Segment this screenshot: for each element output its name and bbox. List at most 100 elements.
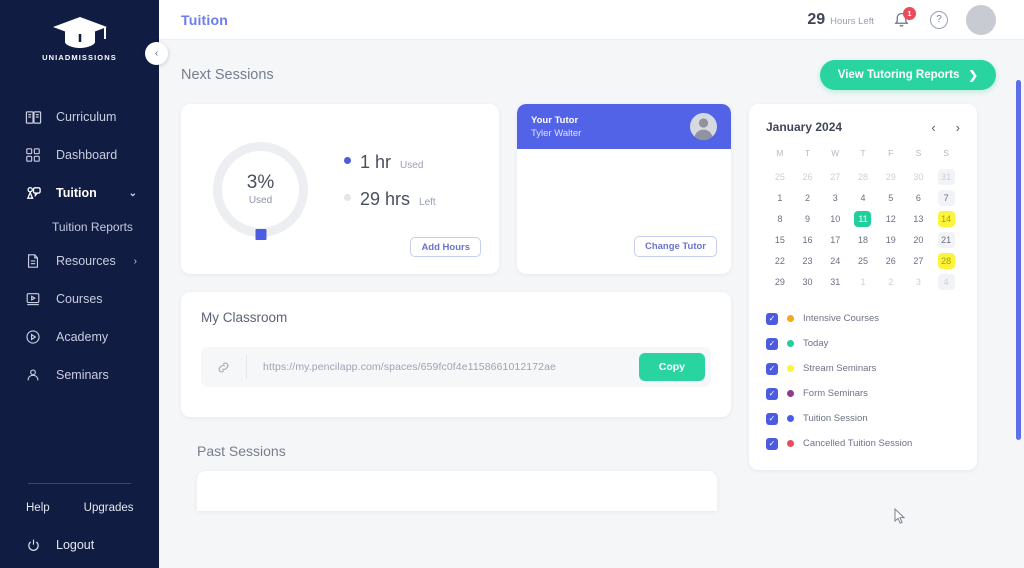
legend-checkbox[interactable]: ✓ — [766, 337, 778, 350]
sidebar-item-curriculum[interactable]: Curriculum — [0, 98, 159, 136]
sidebar-item-resources[interactable]: Resources › — [0, 242, 159, 280]
calendar-day[interactable]: 2 — [794, 189, 822, 206]
calendar-day[interactable]: 4 — [849, 189, 877, 206]
classroom-link-bar: https://my.pencilapp.com/spaces/659fc0f4… — [201, 347, 711, 387]
calendar-day-label: 4 — [860, 192, 866, 203]
sidebar-item-tuition[interactable]: Tuition ⌄ — [0, 174, 159, 212]
help-icon[interactable]: ? — [930, 10, 948, 29]
calendar-day[interactable]: 13 — [905, 210, 933, 227]
calendar-day-label: 29 — [885, 171, 896, 182]
logout-button[interactable]: Logout — [0, 536, 159, 554]
calendar-day[interactable]: 28 — [849, 168, 877, 185]
calendar-day[interactable]: 2 — [877, 273, 905, 290]
calendar-day[interactable]: 27 — [905, 252, 933, 269]
copy-link-button[interactable]: Copy — [638, 353, 705, 381]
calendar-day[interactable]: 28 — [932, 252, 960, 269]
calendar-day[interactable]: 27 — [821, 168, 849, 185]
calendar-day[interactable]: 21 — [932, 231, 960, 248]
calendar-day-label: 3 — [832, 192, 838, 203]
calendar-day[interactable]: 18 — [849, 231, 877, 248]
calendar-day-label: 20 — [913, 234, 924, 245]
calendar-day[interactable]: 12 — [877, 210, 905, 227]
legend-label: Intensive Courses — [803, 313, 880, 324]
legend-checkbox[interactable]: ✓ — [766, 312, 778, 325]
view-tutoring-reports-button[interactable]: View Tutoring Reports ❯ — [819, 60, 996, 90]
calendar-day[interactable]: 23 — [794, 252, 822, 269]
legend-checkbox[interactable]: ✓ — [766, 437, 778, 450]
user-avatar[interactable] — [966, 4, 996, 35]
brand-logo[interactable]: UNIADMISSIONS — [0, 0, 159, 62]
calendar-day-label: 4 — [937, 273, 955, 290]
calendar-day[interactable]: 30 — [794, 273, 822, 290]
chevron-right-icon[interactable]: › — [134, 256, 137, 267]
sidebar-item-dashboard[interactable]: Dashboard — [0, 136, 159, 174]
sidebar-item-courses[interactable]: Courses — [0, 280, 159, 318]
calendar-day[interactable]: 14 — [932, 210, 960, 227]
classroom-url[interactable]: https://my.pencilapp.com/spaces/659fc0f4… — [247, 361, 639, 373]
page-scrollbar[interactable] — [1016, 40, 1021, 568]
chevron-down-icon[interactable]: ⌄ — [129, 188, 137, 199]
calendar-day[interactable]: 3 — [821, 189, 849, 206]
notifications-button[interactable]: 1 — [892, 6, 916, 30]
donut-center-label: 3% Used — [213, 142, 308, 237]
calendar-day-label: 25 — [857, 255, 868, 266]
calendar-day[interactable]: 1 — [766, 189, 794, 206]
legend-checkbox[interactable]: ✓ — [766, 362, 778, 375]
sidebar-item-academy[interactable]: Academy — [0, 318, 159, 356]
calendar-day[interactable]: 1 — [849, 273, 877, 290]
calendar-day[interactable]: 20 — [905, 231, 933, 248]
calendar-day[interactable]: 6 — [905, 189, 933, 206]
legend-row: ✓ Tuition Session — [766, 406, 960, 431]
calendar-day[interactable]: 24 — [821, 252, 849, 269]
calendar-day[interactable]: 9 — [794, 210, 822, 227]
calendar-day[interactable]: 25 — [849, 252, 877, 269]
scrollbar-thumb[interactable] — [1016, 80, 1021, 440]
change-tutor-button[interactable]: Change Tutor — [633, 236, 717, 257]
calendar-day[interactable]: 31 — [821, 273, 849, 290]
calendar-day[interactable]: 5 — [877, 189, 905, 206]
calendar-day[interactable]: 10 — [821, 210, 849, 227]
calendar-day[interactable]: 25 — [766, 168, 794, 185]
calendar-day[interactable]: 31 — [932, 168, 960, 185]
calendar-day[interactable]: 15 — [766, 231, 794, 248]
calendar-day[interactable]: 26 — [877, 252, 905, 269]
legend-checkbox[interactable]: ✓ — [766, 412, 778, 425]
calendar-day[interactable]: 17 — [821, 231, 849, 248]
usage-percent-label: Used — [248, 195, 273, 206]
calendar-day-label: 11 — [854, 210, 872, 227]
legend-checkbox[interactable]: ✓ — [766, 387, 778, 400]
left-column: 3% Used 1 hr Used 29 hrs Left Add Hours … — [181, 104, 731, 511]
sidebar-subitem-tuition-reports[interactable]: Tuition Reports — [0, 212, 159, 242]
calendar-day[interactable]: 8 — [766, 210, 794, 227]
calendar-day[interactable]: 30 — [905, 168, 933, 185]
sidebar-item-label: Academy — [56, 330, 109, 344]
calendar-day[interactable]: 4 — [932, 273, 960, 290]
calendar-dow-6: S — [943, 148, 949, 158]
calendar-day[interactable]: 16 — [794, 231, 822, 248]
calendar-day[interactable]: 3 — [905, 273, 933, 290]
calendar-day-label: 8 — [777, 213, 783, 224]
calendar-day-label: 21 — [937, 231, 955, 248]
legend-label: Form Seminars — [803, 388, 868, 399]
calendar-day[interactable]: 29 — [877, 168, 905, 185]
used-value: 1 hr — [360, 152, 392, 172]
add-hours-button[interactable]: Add Hours — [410, 237, 481, 257]
calendar-day-label: 30 — [913, 171, 924, 182]
sidebar-item-seminars[interactable]: Seminars — [0, 356, 159, 394]
left-value: 29 hrs — [360, 189, 411, 209]
calendar-day[interactable]: 29 — [766, 273, 794, 290]
calendar-day[interactable]: 11 — [849, 210, 877, 227]
calendar-day[interactable]: 7 — [932, 189, 960, 206]
sidebar-collapse-button[interactable]: ‹ — [145, 42, 168, 65]
calendar-day[interactable]: 19 — [877, 231, 905, 248]
calendar-prev-button[interactable]: ‹ — [931, 121, 935, 134]
calendar-next-button[interactable]: › — [956, 121, 960, 134]
calendar-day-label: 31 — [937, 168, 955, 185]
calendar-day[interactable]: 26 — [794, 168, 822, 185]
calendar-day[interactable]: 22 — [766, 252, 794, 269]
legend-color-dot — [787, 415, 794, 422]
upgrades-link[interactable]: Upgrades — [84, 502, 134, 514]
tutor-card: Your Tutor Tyler Walter Change Tutor — [517, 104, 731, 274]
help-link[interactable]: Help — [26, 502, 50, 514]
calendar-legend: ✓ Intensive Courses ✓ Today ✓ Stream Seminars… — [766, 306, 960, 456]
